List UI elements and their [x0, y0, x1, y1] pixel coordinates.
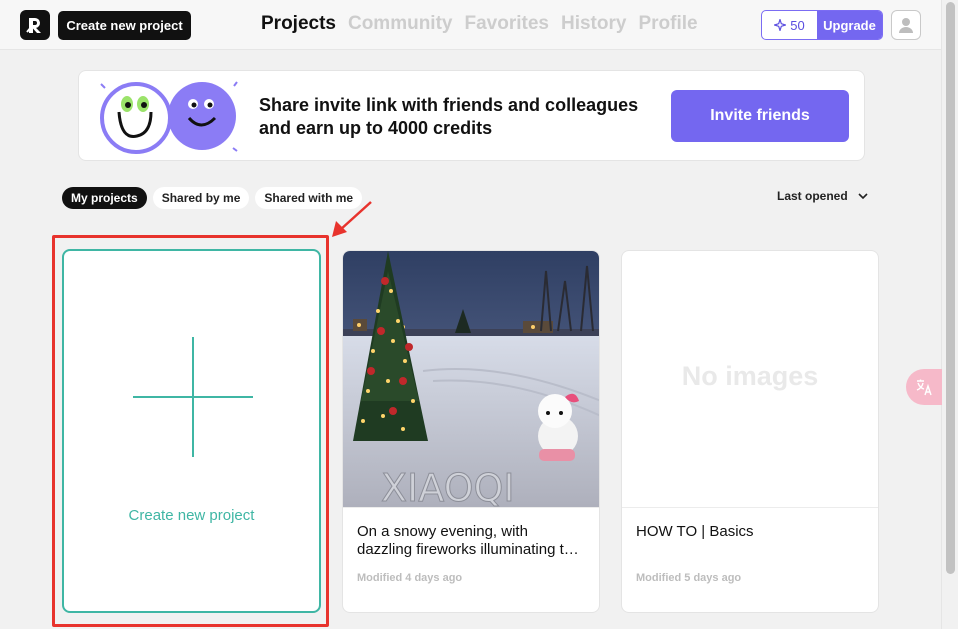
- project-card[interactable]: XIAOQI On a snowy evening, with dazzling…: [342, 250, 600, 613]
- page-scrollbar[interactable]: [941, 0, 958, 629]
- translate-float-button[interactable]: [906, 369, 942, 405]
- credits-value: 50: [790, 17, 805, 33]
- invite-friends-button[interactable]: Invite friends: [671, 90, 849, 142]
- annotation-arrow-icon: [332, 201, 372, 237]
- invite-banner: Share invite link with friends and colle…: [78, 70, 865, 161]
- logo-icon: [26, 17, 41, 33]
- sparkle-icon: [774, 19, 787, 31]
- card-divider: [343, 507, 599, 508]
- snowy-christmas-scene-image: XIAOQI: [343, 251, 599, 507]
- create-new-project-card[interactable]: Create new project: [62, 249, 321, 613]
- user-avatar[interactable]: [891, 10, 921, 40]
- credits-widget: 50 Upgrade: [761, 10, 883, 40]
- tab-my-projects[interactable]: My projects: [62, 187, 147, 209]
- project-modified-time: Modified 4 days ago: [357, 572, 463, 584]
- plus-icon-horizontal: [133, 396, 253, 398]
- nav-projects[interactable]: Projects: [261, 13, 336, 35]
- project-card[interactable]: No images HOW TO | Basics Modified 5 day…: [621, 250, 879, 613]
- top-header: Create new project Projects Community Fa…: [0, 0, 941, 50]
- create-new-project-label: Create new project: [128, 507, 255, 524]
- main-nav: Projects Community Favorites History Pro…: [261, 13, 698, 35]
- translate-icon: [916, 379, 932, 396]
- project-title: On a snowy evening, with dazzling firewo…: [357, 523, 581, 558]
- no-images-placeholder: No images: [681, 361, 819, 391]
- sort-dropdown[interactable]: Last opened: [777, 189, 868, 203]
- svg-text:XIAOQI: XIAOQI: [381, 466, 515, 507]
- card-divider: [622, 507, 878, 508]
- nav-history[interactable]: History: [561, 13, 626, 35]
- create-project-button[interactable]: Create new project: [58, 11, 191, 40]
- user-icon: [899, 18, 913, 33]
- upgrade-button[interactable]: Upgrade: [817, 11, 882, 39]
- nav-favorites[interactable]: Favorites: [464, 13, 548, 35]
- project-title: HOW TO | Basics: [636, 523, 754, 540]
- chevron-down-icon: [858, 192, 868, 199]
- app-logo[interactable]: [20, 10, 50, 40]
- nav-community[interactable]: Community: [348, 13, 453, 35]
- tab-shared-by-me[interactable]: Shared by me: [152, 187, 250, 209]
- project-modified-time: Modified 5 days ago: [636, 572, 742, 584]
- invite-banner-text: Share invite link with friends and colle…: [259, 95, 639, 138]
- scrollbar-thumb[interactable]: [946, 2, 955, 574]
- project-thumbnail-image: XIAOQI: [343, 251, 599, 507]
- sort-label: Last opened: [777, 189, 848, 203]
- smiley-faces-illustration: [100, 81, 238, 154]
- credits-count[interactable]: 50: [762, 11, 817, 39]
- nav-profile[interactable]: Profile: [638, 13, 697, 35]
- project-filter-tabs: My projects Shared by me Shared with me: [62, 187, 363, 209]
